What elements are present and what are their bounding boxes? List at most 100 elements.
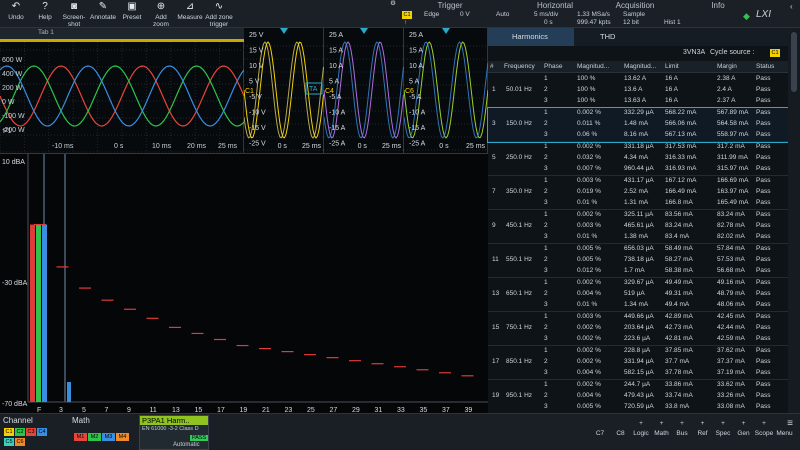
toolbar-button-add-zone-trigger[interactable]: ∿ Add zone trigger [205,0,233,28]
table-cell: 100 % [577,86,596,93]
bottom-button-gen[interactable]: Gen [734,430,754,437]
tab-thd[interactable]: THD [600,32,615,41]
table-row-group[interactable]: 9 450.1 Hz 1 0.002 % 325.11 µA 83.56 mA 83.24 … [488,210,788,244]
app-name: P3PA1 Harm.. [140,416,208,425]
toolbar-button-preset[interactable]: ▣ Preset [118,0,146,28]
column-header[interactable]: Phase [544,63,562,70]
scrollbar[interactable] [788,28,800,413]
math-chip-m2[interactable]: M2 [88,433,101,441]
harmonic-number: 7 [492,188,496,195]
math-chip-m4[interactable]: M4 [116,433,129,441]
bottom-button-bus[interactable]: Bus [672,430,692,437]
table-cell: 57.53 mA [717,256,745,263]
table-cell: Pass [756,97,771,104]
table-cell: 83.4 mA [665,233,690,240]
zoom-y-tick: 15 A [329,48,343,55]
table-row-group[interactable]: 19 950.1 Hz 1 0.002 % 244.7 µA 33.86 mA 33.62 … [488,380,788,414]
bottom-button-menu[interactable]: Menu [775,430,795,437]
bottom-button-math[interactable]: Math [652,430,672,437]
column-header[interactable]: # [490,63,494,70]
channel-chip-c6[interactable]: C6 [15,438,25,446]
channel-chip-c2[interactable]: C2 [15,428,25,436]
table-cell: Pass [756,279,771,286]
zoom-y-tick: 25 V [249,32,264,39]
table-row-group[interactable]: 11 550.1 Hz 1 0.005 % 656.03 µA 58.49 mA 57.84… [488,244,788,278]
cycle-source-channel[interactable]: C1 [770,49,780,57]
table-row-group[interactable]: 1 50.01 Hz 1 100 % 13.62 A 16 A 2.38 A Pass 2 100… [488,74,788,108]
table-row-group[interactable]: 15 750.1 Hz 1 0.003 % 449.66 µA 42.89 mA 42.45… [488,312,788,346]
table-cell: 0.002 % [577,211,601,218]
overview-x-tick: 20 ms [187,143,207,150]
info-label[interactable]: Info [700,1,736,10]
harmonic-spectrum-panel[interactable]: 10 dBA -30 dBA -70 dBA F 3 5 7 9 11 13 15 17 19 21 23 2… [0,153,488,414]
column-header[interactable]: Limit [665,63,679,70]
column-header[interactable]: Magnitud... [624,63,656,70]
table-cell: 329.67 µA [624,279,654,286]
table-cell: 1 [544,211,548,218]
table-cell: Pass [756,313,771,320]
table-cell: 317.2 mA [717,143,745,150]
bottom-button-c8[interactable]: C8 [611,430,631,437]
math-chip-m3[interactable]: M3 [102,433,115,441]
table-cell: Pass [756,143,771,150]
table-cell: 42.45 mA [717,313,745,320]
fundamental-bar [42,224,47,402]
toolbar-button-measure[interactable]: ⊿ Measure [176,0,204,28]
voltage-waveform-panel[interactable]: 25 V 15 V 10 V 5 V -5 V -10 V -15 V -25 V 0 s 25 … [243,28,324,153]
collapse-arrow-icon[interactable]: ‹ [790,2,793,11]
zoom-icon: ⊕ [156,1,166,12]
harmonics-app-tile[interactable]: P3PA1 Harm.. EN 61000 -3-2 Class D PASS … [139,415,209,450]
bottom-button-ref[interactable]: Ref [693,430,713,437]
toolbar-button-help[interactable]: ? Help [31,0,59,28]
table-cell: 42.89 mA [665,313,693,320]
channel-chip-c3[interactable]: C3 [26,428,36,436]
table-cell: 0.002 % [577,279,601,286]
help-icon: ? [42,1,48,12]
table-cell: 42.59 mA [717,335,745,342]
channel-chip-c4[interactable]: C4 [37,428,47,436]
column-header[interactable]: Frequency [504,63,535,70]
toolbar-button-annotate[interactable]: ✎ Annotate [89,0,117,28]
zoom-y-tick: 5 A [329,79,339,86]
bottom-button-spec[interactable]: Spec [713,430,733,437]
rohde-schwarz-logo-icon: ◆ [743,11,750,21]
column-header[interactable]: Magnitud... [577,63,609,70]
horizontal-label[interactable]: Horizontal [525,1,585,10]
bottom-button-scope[interactable]: Scope [754,430,774,437]
zoom-x-tick: 0 s [358,143,368,150]
trigger-channel-chip[interactable]: C1 [402,11,412,19]
lxi-logo-icon: LXI [756,9,772,20]
table-cell: Pass [756,222,771,229]
overview-waveform-panel[interactable]: Tab 1 600 W 400 W 200 W0 W -100 W -200 W -10 … [0,28,244,153]
column-header[interactable]: Margin [717,63,737,70]
spectrum-y-tick: -70 dBA [2,401,28,408]
table-row-group[interactable]: 7 350.0 Hz 1 0.003 % 431.17 µA 167.12 mA 166.6… [488,176,788,210]
toolbar-button-undo[interactable]: ↶ Undo [2,0,30,28]
current-c4-waveform-panel[interactable]: 25 A 15 A 10 A 5 A -5 A -10 A -15 A -25 A 0 s 25 … [323,28,404,153]
trigger-label[interactable]: Trigger [420,1,480,10]
settings-icon[interactable]: ⚙ [386,0,400,28]
table-row-group[interactable]: 17 850.1 Hz 1 0.002 % 228.8 µA 37.85 mA 37.62 … [488,346,788,380]
current-c6-waveform-panel[interactable]: 25 A 15 A 10 A 5 A -5 A -10 A -15 A -25 A 0 s 25 … [403,28,489,153]
bottom-button-logic[interactable]: Logic [631,430,651,437]
channel-chip-c1[interactable]: C1 [4,428,14,436]
menu-icon[interactable]: ≡ [780,418,800,429]
toolbar-button-screen-shot[interactable]: ◙ Screen- shot [60,0,88,28]
channel-chip-c5[interactable]: C5 [4,438,14,446]
table-cell: 315.97 mA [717,165,749,172]
table-cell: 167.12 mA [665,177,697,184]
table-cell: 0.012 % [577,267,601,274]
app-standard: EN 61000 -3-2 Class D [142,426,199,432]
toolbar-button-add-zoom[interactable]: ⊕ Add zoom [147,0,175,28]
math-chip-m1[interactable]: M1 [74,433,87,441]
column-header[interactable]: Status [756,63,774,70]
bottom-button-c7[interactable]: C7 [590,430,610,437]
table-row-group[interactable]: 13 650.1 Hz 1 0.002 % 329.67 µA 49.49 mA 49.16… [488,278,788,312]
table-row-group[interactable]: 3 150.0 Hz 1 0.002 % 332.29 µA 568.22 mA 567.8… [487,107,789,143]
table-cell: 37.19 mA [717,369,745,376]
acquisition-label[interactable]: Acquisition [600,1,670,10]
table-row-group[interactable]: 5 250.0 Hz 1 0.002 % 331.18 µA 317.53 mA 317.2… [488,142,788,176]
tab-harmonics[interactable]: Harmonics [512,32,548,41]
table-cell: 568.22 mA [665,109,697,116]
preset-icon: ▣ [127,1,137,12]
